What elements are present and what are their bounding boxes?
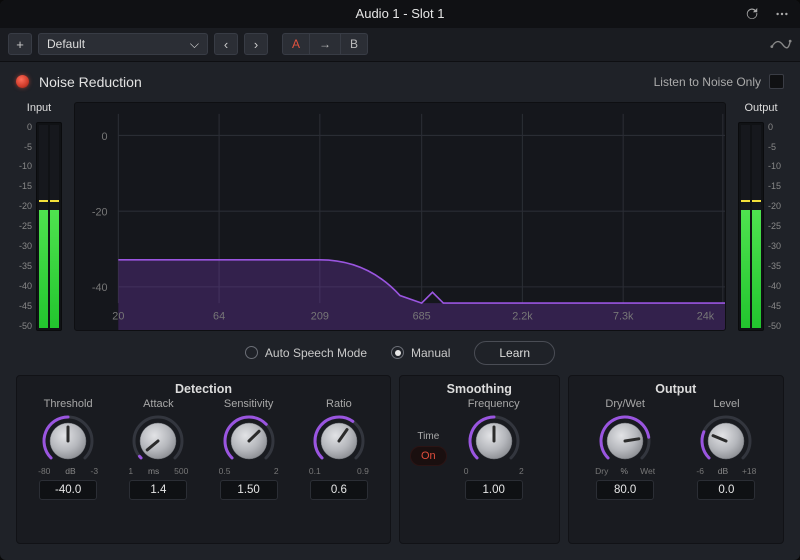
svg-text:7.3k: 7.3k — [613, 310, 634, 322]
detection-sensitivity-label: Sensitivity — [224, 398, 274, 410]
detection-attack-label: Attack — [143, 398, 174, 410]
preset-bar: + Default ⌵ ‹ › A → B — [0, 28, 800, 62]
ab-a-button[interactable]: A — [282, 33, 310, 55]
reset-icon[interactable] — [740, 4, 764, 24]
output-meter: Output 0-5-10-15-20-25-30-35-40-45-50 — [738, 102, 784, 331]
svg-text:685: 685 — [413, 310, 431, 322]
add-preset-button[interactable]: + — [8, 33, 32, 55]
smoothing-frequency-label: Frequency — [468, 398, 520, 410]
svg-text:2.2k: 2.2k — [512, 310, 533, 322]
detection-title: Detection — [17, 376, 390, 398]
window-title: Audio 1 - Slot 1 — [356, 6, 445, 21]
detection-ratio: Ratio 0.10.9 0.6 — [300, 398, 378, 535]
input-meter: Input 0-5-10-15-20-25-30-35-40-45-50 — [16, 102, 62, 331]
output-level-label: Level — [713, 398, 739, 410]
mode-row: Auto Speech Mode Manual Learn — [0, 331, 800, 375]
output-level-value[interactable]: 0.0 — [697, 480, 755, 500]
effect-header: Noise Reduction Listen to Noise Only — [0, 62, 800, 102]
titlebar: Audio 1 - Slot 1 — [0, 0, 800, 28]
effect-title: Noise Reduction — [39, 74, 142, 90]
output-level-knob[interactable] — [699, 414, 753, 468]
listen-noise-checkbox[interactable] — [769, 74, 784, 89]
detection-threshold-knob[interactable] — [41, 414, 95, 468]
chevron-down-icon: ⌵ — [190, 37, 199, 52]
routing-icon[interactable] — [770, 35, 792, 54]
manual-radio[interactable]: Manual — [391, 346, 450, 360]
preset-select[interactable]: Default ⌵ — [38, 33, 208, 55]
noise-profile-graph[interactable]: 0 -20 -40 20 64 209 685 2.2k 7.3k 24k — [74, 102, 726, 331]
output-dry-wet-value[interactable]: 80.0 — [596, 480, 654, 500]
power-button-icon[interactable] — [16, 75, 29, 88]
svg-text:-40: -40 — [92, 282, 108, 294]
svg-text:-20: -20 — [92, 206, 108, 218]
smoothing-frequency: Frequency 02 1.00 — [455, 398, 533, 500]
smoothing-frequency-value[interactable]: 1.00 — [465, 480, 523, 500]
svg-text:209: 209 — [311, 310, 329, 322]
detection-panel: Detection Threshold -80dB-3 -40.0 Attack — [16, 375, 391, 544]
smoothing-frequency-knob[interactable] — [467, 414, 521, 468]
preset-prev-button[interactable]: ‹ — [214, 33, 238, 55]
detection-sensitivity: Sensitivity 0.52 1.50 — [210, 398, 288, 535]
output-meter-scale: 0-5-10-15-20-25-30-35-40-45-50 — [766, 122, 784, 331]
detection-threshold: Threshold -80dB-3 -40.0 — [29, 398, 107, 535]
more-icon[interactable] — [770, 4, 794, 24]
detection-ratio-knob[interactable] — [312, 414, 366, 468]
ab-copy-button[interactable]: → — [310, 33, 341, 55]
smoothing-title: Smoothing — [400, 376, 559, 398]
output-dry-wet-label: Dry/Wet — [605, 398, 645, 410]
output-dry-wet: Dry/Wet Dry%Wet 80.0 — [586, 398, 664, 535]
preset-name: Default — [47, 37, 85, 51]
auto-speech-radio[interactable]: Auto Speech Mode — [245, 346, 367, 360]
detection-ratio-label: Ratio — [326, 398, 352, 410]
time-on-toggle[interactable]: On — [410, 446, 447, 466]
detection-threshold-label: Threshold — [44, 398, 93, 410]
preset-next-button[interactable]: › — [244, 33, 268, 55]
input-meter-label: Input — [27, 102, 51, 114]
detection-ratio-value[interactable]: 0.6 — [310, 480, 368, 500]
output-title: Output — [569, 376, 783, 398]
output-dry-wet-knob[interactable] — [598, 414, 652, 468]
svg-text:64: 64 — [213, 310, 225, 322]
svg-text:20: 20 — [112, 310, 124, 322]
smoothing-panel: Smoothing Time On Frequency 02 1.00 — [399, 375, 560, 544]
output-panel: Output Dry/Wet Dry%Wet 80.0 Level — [568, 375, 784, 544]
time-label: Time — [417, 431, 439, 442]
detection-attack-knob[interactable] — [131, 414, 185, 468]
listen-noise-label: Listen to Noise Only — [654, 75, 761, 89]
detection-threshold-value[interactable]: -40.0 — [39, 480, 97, 500]
detection-attack-value[interactable]: 1.4 — [129, 480, 187, 500]
svg-text:0: 0 — [101, 130, 107, 142]
output-level: Level -6dB+18 0.0 — [687, 398, 765, 535]
svg-text:24k: 24k — [697, 310, 715, 322]
input-meter-scale: 0-5-10-15-20-25-30-35-40-45-50 — [16, 122, 34, 331]
output-meter-label: Output — [744, 102, 777, 114]
ab-compare: A → B — [282, 33, 368, 55]
detection-sensitivity-value[interactable]: 1.50 — [220, 480, 278, 500]
ab-b-button[interactable]: B — [341, 33, 368, 55]
learn-button[interactable]: Learn — [474, 341, 555, 365]
detection-sensitivity-knob[interactable] — [222, 414, 276, 468]
detection-attack: Attack 1ms500 1.4 — [119, 398, 197, 535]
